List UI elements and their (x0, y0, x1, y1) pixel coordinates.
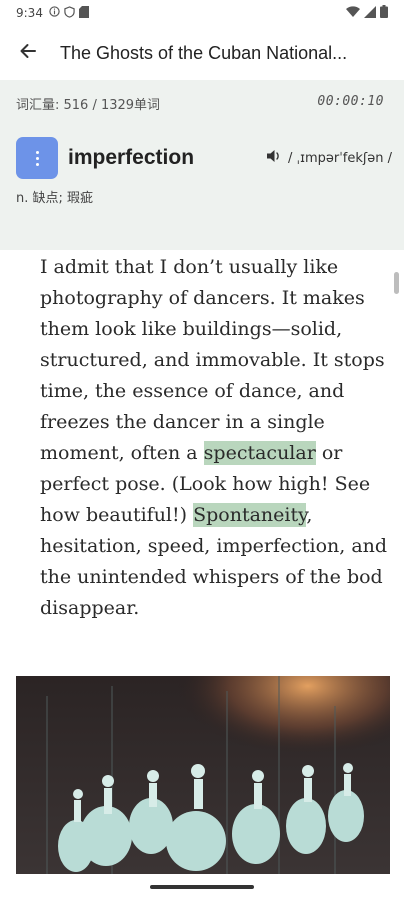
more-vertical-icon (35, 150, 39, 166)
status-bar: 9:34 (0, 0, 404, 26)
article-line: how beautiful!) Spontaneity, (40, 500, 392, 531)
article-title: The Ghosts of the Cuban National... (60, 42, 348, 63)
headword: imperfection (68, 146, 195, 169)
line-text: , (306, 504, 313, 526)
line-text: moment, often a (40, 442, 204, 464)
word-menu-button[interactable] (16, 137, 58, 179)
reading-timer: 00:00:10 (317, 94, 384, 109)
sd-card-icon (78, 5, 89, 21)
vocab-count: 词汇量: 516 / 1329单词 (16, 98, 161, 113)
article-line: photography of dancers. It makes (40, 287, 365, 309)
article-line: perfect pose. (Look how high! See (40, 473, 371, 495)
article-line: them look like buildings—solid, (40, 318, 343, 340)
word-row: imperfection / ˌɪmpərˈfekʃən / (16, 137, 392, 179)
word-definition: n. 缺点; 瑕疵 (16, 191, 94, 206)
pronunciation-group[interactable]: / ˌɪmpərˈfekʃən / (266, 149, 392, 167)
back-button[interactable] (12, 37, 44, 69)
wifi-icon (346, 5, 360, 21)
highlighted-word[interactable]: Spontaneity (193, 503, 307, 527)
signal-icon (364, 5, 376, 21)
word-panel: 词汇量: 516 / 1329单词 00:00:10 imperfection … (0, 80, 404, 250)
article-line: disappear. (40, 597, 140, 619)
article-line: moment, often a spectacular or (40, 438, 392, 469)
article-line: structured, and immovable. It stops (40, 349, 385, 371)
speaker-icon[interactable] (266, 149, 282, 167)
line-text: or (315, 442, 343, 464)
info-circle-icon (49, 6, 60, 20)
article-line: freezes the dancer in a single (40, 411, 325, 433)
article-line: the unintended whispers of the bod (40, 566, 383, 588)
shield-icon (64, 5, 75, 21)
vocab-row: 词汇量: 516 / 1329单词 00:00:10 (16, 94, 384, 113)
pronunciation-text: / ˌɪmpərˈfekʃən / (288, 150, 392, 166)
app-bar: The Ghosts of the Cuban National... (0, 26, 404, 80)
article-photo (16, 676, 390, 874)
scrollbar[interactable] (394, 272, 399, 294)
battery-icon (380, 5, 388, 21)
arrow-left-icon (19, 42, 37, 64)
article-body: I admit that I don’t usually like photogr… (40, 252, 392, 624)
article-line: time, the essence of dance, and (40, 380, 345, 402)
highlighted-word[interactable]: spectacular (203, 441, 316, 465)
gesture-nav-bar (0, 874, 404, 900)
article-line: hesitation, speed, imperfection, and (40, 535, 388, 557)
status-time: 9:34 (16, 6, 43, 20)
article-line: I admit that I don’t usually like (40, 256, 339, 278)
home-gesture-handle[interactable] (150, 885, 254, 889)
line-text: how beautiful!) (40, 504, 194, 526)
